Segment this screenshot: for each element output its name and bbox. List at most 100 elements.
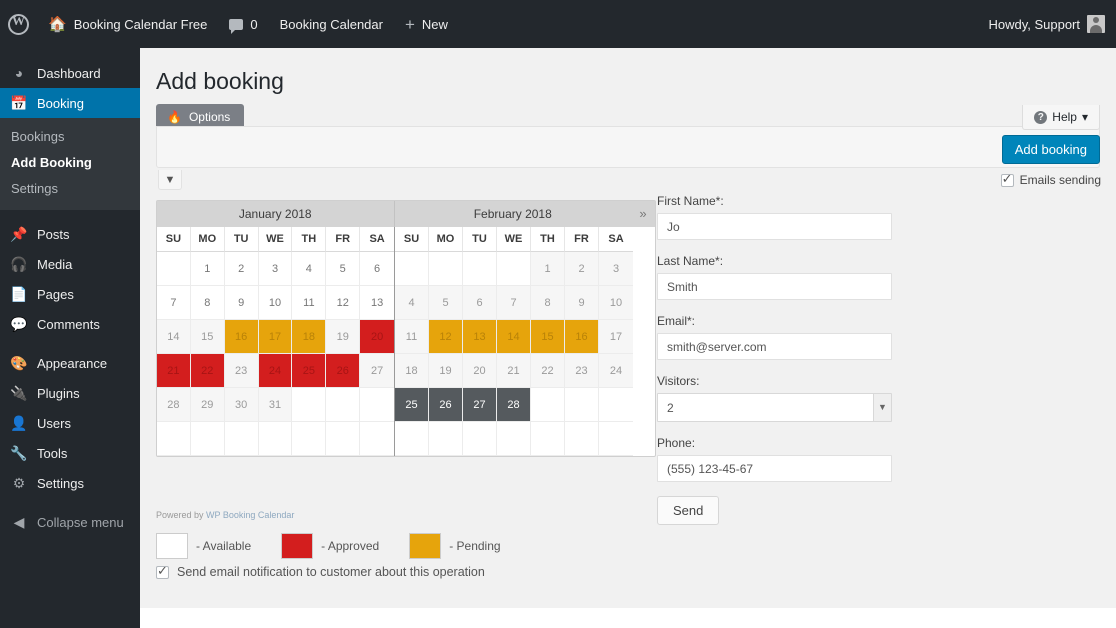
calendar-day-20[interactable]: 20 — [360, 320, 394, 354]
calendar-day-5[interactable]: 5 — [429, 286, 463, 320]
emails-sending-toggle[interactable]: Emails sending — [1001, 173, 1101, 187]
calendar-day-13[interactable]: 13 — [463, 320, 497, 354]
calendar-week-row: 123456 — [157, 252, 394, 286]
sidebar-item-booking-settings[interactable]: Settings — [0, 176, 140, 202]
sidebar-item-media[interactable]: 🎧 Media — [0, 249, 140, 279]
dow-th: TH — [292, 227, 326, 252]
account-menu[interactable]: Howdy, Support — [977, 0, 1116, 48]
calendar-day-28[interactable]: 28 — [497, 388, 531, 422]
calendar-day-9[interactable]: 9 — [565, 286, 599, 320]
send-email-notification-checkbox[interactable] — [156, 566, 169, 579]
calendar-day-6[interactable]: 6 — [463, 286, 497, 320]
calendar-day-24[interactable]: 24 — [599, 354, 633, 388]
help-button[interactable]: ? Help ▾ — [1022, 105, 1100, 130]
calendar-day-4[interactable]: 4 — [292, 252, 326, 286]
send-button[interactable]: Send — [657, 496, 719, 525]
calendar-day-7[interactable]: 7 — [497, 286, 531, 320]
calendar-day-1[interactable]: 1 — [191, 252, 225, 286]
calendar-day-2[interactable]: 2 — [225, 252, 259, 286]
last-name-field[interactable]: Smith — [657, 273, 892, 300]
sidebar-item-bookings[interactable]: Bookings — [0, 124, 140, 150]
sidebar-item-booking[interactable]: 📅 Booking — [0, 88, 140, 118]
emails-sending-checkbox[interactable] — [1001, 174, 1014, 187]
comments-link[interactable]: 0 — [218, 0, 268, 48]
calendar-day-13[interactable]: 13 — [360, 286, 394, 320]
calendar-day-26[interactable]: 26 — [429, 388, 463, 422]
options-toggle-button[interactable]: ▼ — [158, 170, 182, 190]
calendar-day-25[interactable]: 25 — [292, 354, 326, 388]
calendar-day-11[interactable]: 11 — [292, 286, 326, 320]
calendar-day-22[interactable]: 22 — [531, 354, 565, 388]
wp-booking-calendar-link[interactable]: WP Booking Calendar — [206, 510, 294, 520]
calendar-day-18[interactable]: 18 — [292, 320, 326, 354]
calendar-day-28[interactable]: 28 — [157, 388, 191, 422]
plugin-link[interactable]: Booking Calendar — [269, 0, 394, 48]
send-email-notification-toggle[interactable]: Send email notification to customer abou… — [156, 565, 485, 579]
sidebar-item-add-booking[interactable]: Add Booking — [0, 150, 140, 176]
booking-calendar[interactable]: January 2018 February 2018 » SU MO TU WE… — [156, 200, 656, 457]
new-content-link[interactable]: + New — [394, 0, 459, 48]
calendar-day-14[interactable]: 14 — [157, 320, 191, 354]
phone-field[interactable]: (555) 123-45-67 — [657, 455, 892, 482]
visitors-select[interactable]: 2 ▼ — [657, 393, 892, 422]
sidebar-item-tools[interactable]: 🔧 Tools — [0, 438, 140, 468]
calendar-day-19[interactable]: 19 — [429, 354, 463, 388]
sidebar-item-pages[interactable]: 📄 Pages — [0, 279, 140, 309]
calendar-day-27[interactable]: 27 — [360, 354, 394, 388]
calendar-day-3[interactable]: 3 — [259, 252, 293, 286]
wordpress-logo-button[interactable] — [0, 0, 37, 48]
calendar-day-30[interactable]: 30 — [225, 388, 259, 422]
sidebar-item-plugins[interactable]: 🔌 Plugins — [0, 378, 140, 408]
calendar-day-5[interactable]: 5 — [326, 252, 360, 286]
calendar-day-14[interactable]: 14 — [497, 320, 531, 354]
chevron-down-icon[interactable]: ▼ — [873, 394, 891, 421]
calendar-day-17[interactable]: 17 — [259, 320, 293, 354]
calendar-day-8[interactable]: 8 — [531, 286, 565, 320]
site-name-link[interactable]: 🏠 Booking Calendar Free — [37, 0, 218, 48]
calendar-day-17[interactable]: 17 — [599, 320, 633, 354]
calendar-day-24[interactable]: 24 — [259, 354, 293, 388]
calendar-day-9[interactable]: 9 — [225, 286, 259, 320]
calendar-day-27[interactable]: 27 — [463, 388, 497, 422]
sidebar-item-appearance[interactable]: 🎨 Appearance — [0, 348, 140, 378]
calendar-day-12[interactable]: 12 — [429, 320, 463, 354]
calendar-day-7[interactable]: 7 — [157, 286, 191, 320]
calendar-day-29[interactable]: 29 — [191, 388, 225, 422]
calendar-day-16[interactable]: 16 — [225, 320, 259, 354]
calendar-day-16[interactable]: 16 — [565, 320, 599, 354]
sidebar-item-posts[interactable]: 📌 Posts — [0, 219, 140, 249]
calendar-day-18[interactable]: 18 — [395, 354, 429, 388]
first-name-field[interactable]: Jo — [657, 213, 892, 240]
sidebar-item-dashboard[interactable]: ◕ Dashboard — [0, 58, 140, 88]
calendar-day-12[interactable]: 12 — [326, 286, 360, 320]
calendar-day-21[interactable]: 21 — [157, 354, 191, 388]
calendar-next-month-button[interactable]: » — [631, 201, 655, 227]
email-field[interactable]: smith@server.com — [657, 333, 892, 360]
calendar-day-22[interactable]: 22 — [191, 354, 225, 388]
calendar-day-4[interactable]: 4 — [395, 286, 429, 320]
calendar-day-23[interactable]: 23 — [565, 354, 599, 388]
sidebar-item-users[interactable]: 👤 Users — [0, 408, 140, 438]
calendar-day-15[interactable]: 15 — [191, 320, 225, 354]
calendar-day-26[interactable]: 26 — [326, 354, 360, 388]
calendar-day-empty — [599, 422, 633, 456]
calendar-day-23[interactable]: 23 — [225, 354, 259, 388]
calendar-day-2[interactable]: 2 — [565, 252, 599, 286]
calendar-day-21[interactable]: 21 — [497, 354, 531, 388]
calendar-day-31[interactable]: 31 — [259, 388, 293, 422]
calendar-day-11[interactable]: 11 — [395, 320, 429, 354]
calendar-day-20[interactable]: 20 — [463, 354, 497, 388]
calendar-day-1[interactable]: 1 — [531, 252, 565, 286]
sidebar-item-collapse-menu[interactable]: ◀ Collapse menu — [0, 507, 140, 537]
calendar-day-25[interactable]: 25 — [395, 388, 429, 422]
calendar-day-8[interactable]: 8 — [191, 286, 225, 320]
sidebar-item-comments[interactable]: 💬 Comments — [0, 309, 140, 339]
calendar-day-10[interactable]: 10 — [599, 286, 633, 320]
add-booking-button[interactable]: Add booking — [1002, 135, 1100, 164]
calendar-day-10[interactable]: 10 — [259, 286, 293, 320]
sidebar-item-settings[interactable]: ⚙ Settings — [0, 468, 140, 498]
calendar-day-19[interactable]: 19 — [326, 320, 360, 354]
calendar-day-6[interactable]: 6 — [360, 252, 394, 286]
calendar-day-15[interactable]: 15 — [531, 320, 565, 354]
calendar-day-3[interactable]: 3 — [599, 252, 633, 286]
